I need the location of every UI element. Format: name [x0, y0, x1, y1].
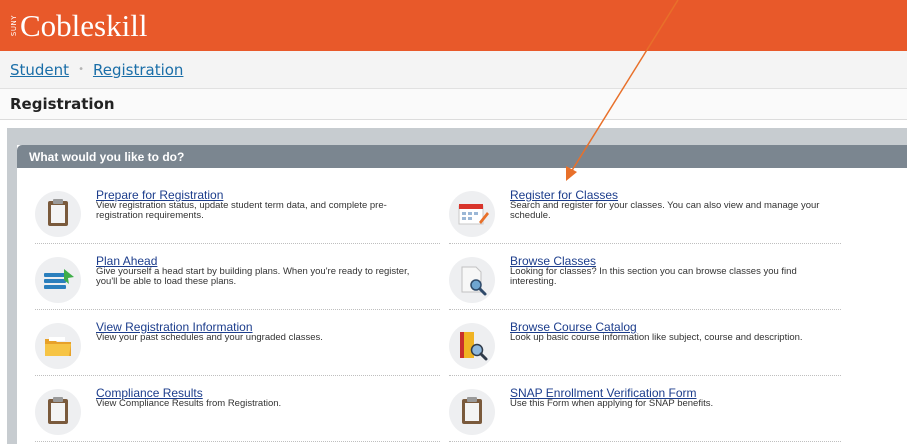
item-divider	[35, 375, 440, 376]
breadcrumb-student-link[interactable]: Student	[10, 61, 69, 79]
action-browse-classes[interactable]: Browse Classes Looking for classes? In t…	[449, 254, 841, 310]
browse-course-catalog-description: Look up basic course information like su…	[510, 332, 803, 343]
item-divider	[35, 243, 440, 244]
item-divider	[35, 441, 440, 442]
logo-suny-text: SUNY	[10, 15, 18, 37]
top-header-bar: SUNY Cobleskill	[0, 0, 907, 51]
page-title: Registration	[10, 95, 115, 113]
breadcrumb: Student • Registration	[0, 51, 907, 89]
item-divider	[449, 441, 841, 442]
book-search-icon	[449, 323, 495, 369]
item-divider	[449, 309, 841, 310]
plan-ahead-description: Give yourself a head start by building p…	[96, 266, 410, 287]
item-divider	[449, 243, 841, 244]
action-register-for-classes[interactable]: Register for Classes Search and register…	[449, 188, 841, 244]
clipboard-icon	[35, 191, 81, 237]
action-browse-course-catalog[interactable]: Browse Course Catalog Look up basic cour…	[449, 320, 841, 376]
document-search-icon	[449, 257, 495, 303]
action-prepare-for-registration[interactable]: Prepare for Registration View registrati…	[35, 188, 440, 244]
clipboard-icon	[35, 389, 81, 435]
compliance-results-description: View Compliance Results from Registratio…	[96, 398, 282, 409]
action-snap-enrollment-verification-form[interactable]: SNAP Enrollment Verification Form Use th…	[449, 386, 841, 442]
breadcrumb-registration-link[interactable]: Registration	[93, 61, 183, 79]
cobleskill-logo[interactable]: SUNY Cobleskill	[10, 8, 147, 44]
register-for-classes-description: Search and register for your classes. Yo…	[510, 200, 820, 221]
view-registration-information-description: View your past schedules and your ungrad…	[96, 332, 323, 343]
plan-list-icon	[35, 257, 81, 303]
prepare-for-registration-description: View registration status, update student…	[96, 200, 387, 221]
action-plan-ahead[interactable]: Plan Ahead Give yourself a head start by…	[35, 254, 440, 310]
logo-wordmark: Cobleskill	[20, 8, 148, 43]
actions-panel: What would you like to do? Prepare for R…	[17, 145, 907, 444]
item-divider	[35, 309, 440, 310]
item-divider	[449, 375, 841, 376]
action-compliance-results[interactable]: Compliance Results View Compliance Resul…	[35, 386, 440, 442]
calendar-edit-icon	[449, 191, 495, 237]
action-view-registration-information[interactable]: View Registration Information View your …	[35, 320, 440, 376]
snap-enrollment-verification-form-description: Use this Form when applying for SNAP ben…	[510, 398, 714, 409]
panel-header: What would you like to do?	[17, 145, 907, 168]
folder-icon	[35, 323, 81, 369]
browse-classes-description: Looking for classes? In this section you…	[510, 266, 797, 287]
title-bar: Registration	[0, 89, 907, 120]
clipboard-icon	[449, 389, 495, 435]
breadcrumb-separator: •	[78, 64, 84, 75]
